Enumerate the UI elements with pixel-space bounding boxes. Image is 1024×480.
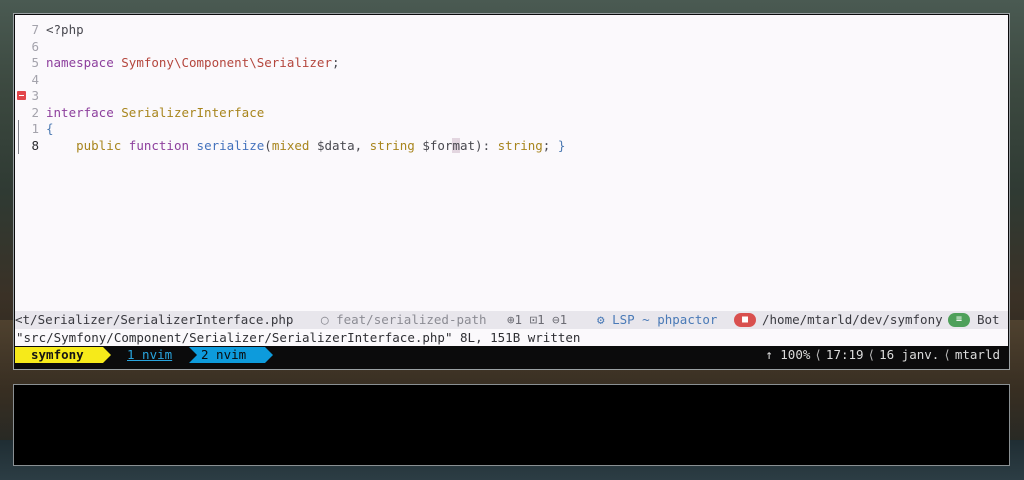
code-token: } [557, 137, 566, 153]
editor-line[interactable]: 6 [15, 38, 1008, 55]
line-code: <?php [46, 21, 84, 38]
line-code: { [46, 120, 54, 137]
gears-icon: ⚙ [597, 312, 605, 327]
code-token: { [46, 121, 54, 136]
editor-line[interactable]: 4 [15, 71, 1008, 88]
document-icon: ≡ [948, 313, 970, 327]
statusline-git-branch: ◯ feat/serialized-path [321, 311, 487, 329]
code-token: ; [331, 55, 340, 70]
code-token: <?php [46, 22, 84, 37]
code-token: public [76, 137, 122, 153]
separator-icon: ⟨ [867, 347, 876, 362]
statusline: <t/Serializer/SerializerInterface.php ◯ … [15, 311, 1008, 329]
text-cursor: m [452, 137, 460, 153]
separator-icon: ⟨ [814, 347, 822, 362]
tmux-status-right: ↑ 100% ⟨ 17:19 ⟨ 16 janv. ⟨ mtarld [765, 346, 1000, 364]
line-number: 4 [31, 71, 39, 87]
clock: 17:19 [825, 347, 864, 362]
line-number: 7 [31, 22, 39, 37]
line-number: 1 [31, 121, 39, 136]
line-number: 3 [31, 88, 39, 103]
line-code: public function serialize(mixed $data, s… [46, 137, 565, 154]
folder-icon: ■ [734, 313, 756, 327]
line-code: namespace Symfony\Component\Serializer; [46, 54, 340, 71]
line-code: interface SerializerInterface [46, 104, 264, 121]
editor-line[interactable]: 8 public function serialize(mixed $data,… [15, 136, 1008, 154]
code-token: ; [542, 137, 558, 153]
editor-line[interactable]: 5 namespace Symfony\Component\Serializer; [15, 54, 1008, 71]
separator-icon: ⟨ [943, 347, 951, 362]
statusline-position: Bot [977, 312, 1000, 327]
statusline-cwd: /home/mtarld/dev/symfony [762, 312, 943, 327]
tmux-window-2-active[interactable]: 2 nvim [189, 347, 273, 363]
statusline-filename: <t/Serializer/SerializerInterface.php [15, 312, 294, 327]
editor-line[interactable]: 3 [15, 87, 1008, 104]
statusline-diagnostics: ⊕1 ⊡1 ⊖1 [507, 312, 568, 327]
code-token: $data, [309, 137, 370, 153]
statusline-lsp: ⚙ LSP ~ phpactor [597, 311, 717, 329]
editor-line[interactable]: 2 interface SerializerInterface [15, 104, 1008, 121]
github-icon: ◯ [321, 312, 329, 327]
terminal-window-main[interactable]: 7 <?php 6 5 namespace Symfony\Component\Seri… [13, 13, 1010, 370]
editor-line[interactable]: 7 <?php [15, 21, 1008, 38]
tmux-session[interactable]: symfony [15, 347, 111, 363]
code-token: serialize [196, 137, 265, 153]
code-token: string [369, 137, 415, 153]
line-number: 5 [31, 55, 39, 70]
code-token: $for [414, 137, 453, 153]
editor-line[interactable]: 1{ [15, 120, 1008, 137]
line-number: 8 [31, 137, 39, 153]
code-token: ( [264, 137, 272, 153]
code-token: at): [460, 137, 498, 153]
editor-buffer[interactable]: 7 <?php 6 5 namespace Symfony\Component\Seri… [15, 15, 1008, 311]
terminal-window-secondary[interactable] [13, 384, 1010, 466]
scroll-position: ↑ 100% [765, 347, 811, 362]
branch-name: feat/serialized-path [336, 312, 487, 327]
command-line[interactable]: "src/Symfony/Component/Serializer/Serial… [15, 329, 1008, 346]
code-token: namespace [46, 55, 114, 70]
code-token: function [128, 137, 190, 153]
date: 16 janv. [879, 347, 940, 362]
code-token: mixed [271, 137, 310, 153]
code-token: SerializerInterface [121, 104, 265, 120]
code-token: string [497, 137, 543, 153]
line-number: 2 [31, 104, 39, 120]
username: mtarld [954, 347, 1000, 362]
tmux-statusbar: symfony 1 nvim 2 nvim ↑ 100% ⟨ 17:19 ⟨ 16 ja… [15, 346, 1008, 364]
line-number: 6 [31, 38, 39, 54]
code-token: interface [46, 104, 114, 120]
code-token: Symfony\Component\Serializer [121, 55, 332, 70]
tmux-window-1[interactable]: 1 nvim [127, 346, 172, 364]
lsp-label: LSP ~ phpactor [612, 312, 718, 327]
